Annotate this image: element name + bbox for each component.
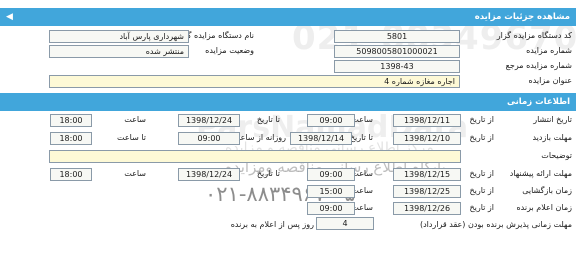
offer-from-time-field: 09:00 <box>307 168 355 181</box>
visit-to-date-field: 1398/12/14 <box>290 132 352 145</box>
visit-daily-from-field: 09:00 <box>178 132 240 145</box>
offer-to-date-field: 1398/12/24 <box>178 168 240 181</box>
timing-header-title: اطلاعات زمانی <box>506 97 570 107</box>
auctioneer-code-label: کد دستگاه مزایده گزار <box>496 31 572 40</box>
visit-label: مهلت بازدید <box>532 133 572 142</box>
opening-label: زمان بازگشایی <box>522 186 572 195</box>
details-header[interactable]: مشاهده جزئیات مزایده <box>0 8 576 26</box>
visit-from-date-label: از تاریخ <box>469 133 494 142</box>
announce-label: زمان اعلام برنده <box>516 203 572 212</box>
auctioneer-name-field: شهرداری پارس آباد <box>49 30 189 43</box>
auction-number-label: شماره مزایده <box>526 46 572 55</box>
announce-time-field: 09:00 <box>307 202 355 215</box>
publish-to-date-label: تا تاریخ <box>256 115 280 124</box>
publish-label: تاریخ انتشار <box>533 115 572 124</box>
publish-to-date-field: 1398/12/24 <box>178 114 240 127</box>
publish-to-time-field: 18:00 <box>50 114 92 127</box>
offer-to-date-label: تا تاریخ <box>256 169 280 178</box>
auction-title-label: عنوان مزایده <box>528 76 573 85</box>
collapse-icon[interactable]: ◀ <box>6 8 13 26</box>
publish-to-time-label: ساعت <box>124 115 146 124</box>
offer-from-date-label: از تاریخ <box>469 169 494 178</box>
publish-from-date-field: 1398/12/11 <box>393 114 461 127</box>
acceptance-suffix-label: روز پس از اعلام به برنده <box>230 220 314 229</box>
offer-to-time-field: 18:00 <box>50 168 92 181</box>
opening-time-field: 15:00 <box>307 185 355 198</box>
auctioneer-code-field: 5801 <box>334 30 460 43</box>
visit-to-date-label: تا تاریخ <box>349 133 373 142</box>
auction-status-field: منتشر شده <box>49 45 189 58</box>
acceptance-days-field: 4 <box>316 217 374 230</box>
announce-date-field: 1398/12/26 <box>393 202 461 215</box>
offer-from-date-field: 1398/12/15 <box>393 168 461 181</box>
visit-until-time-label: تا ساعت <box>117 133 146 142</box>
details-header-title: مشاهده جزئیات مزایده <box>474 12 570 22</box>
publish-from-time-field: 09:00 <box>307 114 355 127</box>
opening-date-field: 1398/12/25 <box>393 185 461 198</box>
announce-date-label: از تاریخ <box>469 203 494 212</box>
auction-number-field: 5098005801000021 <box>334 45 460 58</box>
auction-title-field: اجاره مغازه شماره 4 <box>49 75 460 88</box>
publish-from-date-label: از تاریخ <box>469 115 494 124</box>
visit-from-date-field: 1398/12/10 <box>393 132 461 145</box>
opening-date-label: از تاریخ <box>469 186 494 195</box>
visit-daily-from-label: روزانه از ساعت <box>232 133 286 142</box>
auction-status-label: وضعیت مزایده <box>205 46 254 55</box>
visit-until-time-field: 18:00 <box>50 132 92 145</box>
reference-number-field: 1398-43 <box>334 60 460 73</box>
reference-number-label: شماره مزایده مرجع <box>505 61 572 70</box>
acceptance-label: مهلت زمانی پذیرش برنده بودن (عقد قرارداد… <box>419 220 572 229</box>
description-label: توضیحات <box>541 151 572 160</box>
offer-label: مهلت ارائه پیشنهاد <box>509 169 572 178</box>
description-field <box>49 150 461 163</box>
offer-to-time-label: ساعت <box>124 169 146 178</box>
timing-header[interactable]: اطلاعات زمانی <box>0 93 576 111</box>
